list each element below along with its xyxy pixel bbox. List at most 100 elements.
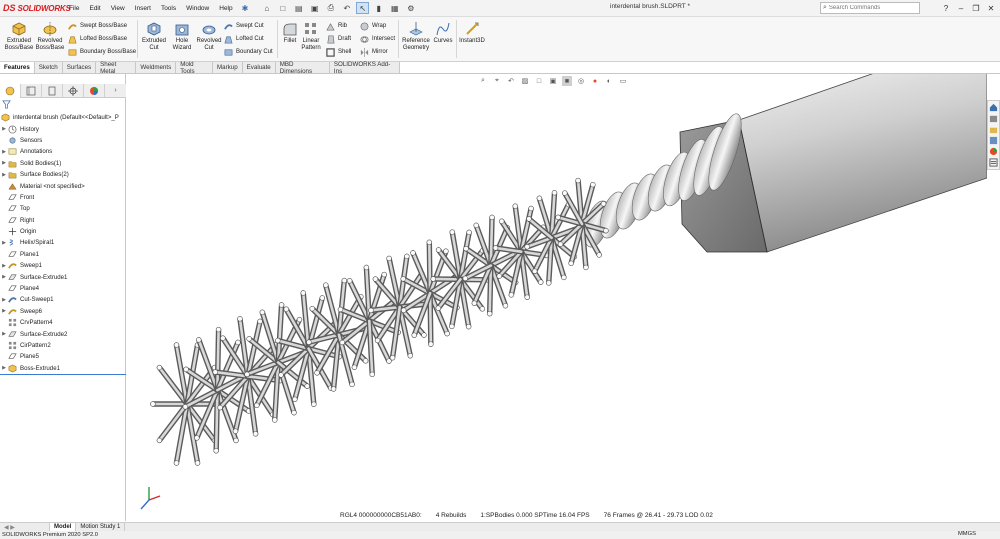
menu-window[interactable]: Window	[181, 5, 214, 12]
swept-cut-button[interactable]: Swept Cut	[224, 21, 264, 31]
tree-item[interactable]: ▶ Sweep6	[0, 306, 126, 317]
rebuild-icon[interactable]: ▮	[372, 2, 385, 14]
pin-icon[interactable]: ✱	[238, 4, 253, 13]
menu-file[interactable]: File	[64, 5, 84, 12]
dynamic-annotation-icon[interactable]: □	[534, 76, 544, 86]
featuremanager-tab[interactable]	[0, 83, 21, 98]
display-manager-tab[interactable]	[84, 83, 105, 98]
tab-evaluate[interactable]: Evaluate	[242, 62, 276, 73]
apply-scene-icon[interactable]: ◐	[604, 76, 614, 86]
tree-filter[interactable]	[2, 100, 122, 110]
hide-show-items-icon[interactable]: ◎	[576, 76, 586, 86]
tab-weldments[interactable]: Weldments	[136, 62, 177, 73]
tree-item[interactable]: ▶ Surface Bodies(2)	[0, 169, 126, 180]
previous-view-icon[interactable]: ↶	[506, 76, 516, 86]
unit-system-selector[interactable]: MMGS	[958, 531, 976, 537]
boundary-boss-button[interactable]: Boundary Boss/Base	[68, 47, 136, 57]
expand-arrow-icon[interactable]: ▶	[0, 365, 8, 371]
search-input[interactable]	[828, 5, 909, 11]
tree-item[interactable]: Origin	[0, 226, 126, 237]
revolved-boss-button[interactable]: Revolved Boss/Base	[35, 21, 65, 52]
display-style-icon[interactable]: ■	[562, 76, 572, 86]
appearances-icon[interactable]	[989, 147, 998, 156]
tree-item[interactable]: Front	[0, 192, 126, 203]
tab-mold-tools[interactable]: Mold Tools	[176, 61, 214, 75]
menu-edit[interactable]: Edit	[84, 5, 105, 12]
tree-item[interactable]: Sensors	[0, 135, 126, 146]
select-pointer-icon[interactable]: ↖	[356, 2, 370, 14]
fillet-button[interactable]: Fillet	[280, 21, 300, 45]
options-gear-icon[interactable]: ⚙	[404, 2, 417, 14]
expand-arrow-icon[interactable]: ▶	[0, 126, 8, 132]
extruded-cut-button[interactable]: Extruded Cut	[140, 21, 168, 52]
menu-insert[interactable]: Insert	[130, 5, 156, 12]
tree-item[interactable]: ▶ Surface-Extrude1	[0, 271, 126, 282]
restore-icon[interactable]: ❐	[969, 1, 983, 15]
tab-features[interactable]: Features	[0, 62, 35, 73]
lofted-cut-button[interactable]: Lofted Cut	[224, 34, 264, 44]
expand-arrow-icon[interactable]: ▶	[0, 149, 8, 155]
file-properties-icon[interactable]: ▦	[388, 2, 401, 14]
expand-arrow-icon[interactable]: ▶	[0, 263, 8, 269]
rollback-bar[interactable]	[0, 374, 126, 375]
revolved-cut-button[interactable]: Revolved Cut	[195, 21, 223, 52]
dimxpert-tab[interactable]	[63, 83, 84, 98]
expand-arrow-icon[interactable]: ▶	[0, 274, 8, 280]
hole-wizard-button[interactable]: Hole Wizard	[168, 21, 196, 52]
menu-tools[interactable]: Tools	[156, 5, 181, 12]
mirror-button[interactable]: Mirror	[360, 47, 388, 57]
swept-boss-button[interactable]: Swept Boss/Base	[68, 21, 127, 31]
tab-markup[interactable]: Markup	[213, 62, 243, 73]
graphics-area[interactable]	[127, 74, 987, 521]
expand-arrow-icon[interactable]: ▶	[0, 240, 8, 246]
print-icon[interactable]: ⎙	[324, 2, 337, 14]
design-library-icon[interactable]	[989, 114, 998, 123]
tab-surfaces[interactable]: Surfaces	[62, 62, 97, 73]
home-icon[interactable]: ⌂	[260, 2, 273, 14]
custom-properties-icon[interactable]	[989, 158, 998, 167]
expand-arrow-icon[interactable]: ▶	[0, 160, 8, 166]
panel-expand-tab[interactable]: ›	[105, 84, 126, 98]
expand-arrow-icon[interactable]: ▶	[0, 297, 8, 303]
tree-item[interactable]: CirPattern2	[0, 340, 126, 351]
tab-sheet-metal[interactable]: Sheet Metal	[96, 61, 137, 75]
zoom-to-area-icon[interactable]: ⌖	[492, 76, 502, 86]
tree-item[interactable]: ▶ Helix/Spiral1	[0, 237, 126, 248]
expand-arrow-icon[interactable]: ▶	[0, 172, 8, 178]
tree-item[interactable]: ▶ Boss-Extrude1	[0, 363, 126, 374]
tab-sketch[interactable]: Sketch	[34, 62, 63, 73]
menu-help[interactable]: Help	[214, 5, 237, 12]
interdental-brush-model[interactable]	[127, 74, 987, 521]
search-commands-box[interactable]: ⌕	[820, 2, 920, 14]
instant3d-button[interactable]: Instant3D	[458, 21, 486, 45]
tree-item[interactable]: ▶ Cut-Sweep1	[0, 294, 126, 305]
save-icon[interactable]: ▣	[308, 2, 321, 14]
propertymanager-tab[interactable]	[21, 83, 42, 98]
tree-item[interactable]: Plane4	[0, 283, 126, 294]
tree-item[interactable]: Plane1	[0, 249, 126, 260]
tab-mbd-dimensions[interactable]: MBD Dimensions	[275, 61, 330, 75]
tree-item[interactable]: ▶ Surface-Extrude2	[0, 328, 126, 339]
solidworks-logo[interactable]: DS SOLIDWORKS	[0, 0, 71, 17]
bristle-head[interactable]	[150, 177, 609, 466]
undo-icon[interactable]: ↶	[340, 2, 353, 14]
lofted-boss-button[interactable]: Lofted Boss/Base	[68, 34, 127, 44]
tree-item[interactable]: Plane5	[0, 351, 126, 362]
tree-root[interactable]: interdental brush (Default<<Default>_P	[0, 112, 126, 123]
open-folder-icon[interactable]: ▤	[292, 2, 305, 14]
section-view-icon[interactable]: ▨	[520, 76, 530, 86]
expand-arrow-icon[interactable]: ▶	[0, 308, 8, 314]
menu-view[interactable]: View	[106, 5, 130, 12]
tree-item[interactable]: Top	[0, 203, 126, 214]
edit-appearance-icon[interactable]: ●	[590, 76, 600, 86]
intersect-button[interactable]: Intersect	[360, 34, 395, 44]
extruded-boss-button[interactable]: Extruded Boss/Base	[4, 21, 34, 52]
rib-button[interactable]: Rib	[326, 21, 347, 31]
tree-item[interactable]: CrvPattern4	[0, 317, 126, 328]
draft-button[interactable]: Draft	[326, 34, 351, 44]
tree-item[interactable]: ▶ Sweep1	[0, 260, 126, 271]
tree-item[interactable]: Right	[0, 215, 126, 226]
help-icon[interactable]: ?	[939, 1, 953, 15]
linear-pattern-button[interactable]: Linear Pattern	[299, 21, 323, 52]
tree-item[interactable]: ▶ Solid Bodies(1)	[0, 158, 126, 169]
